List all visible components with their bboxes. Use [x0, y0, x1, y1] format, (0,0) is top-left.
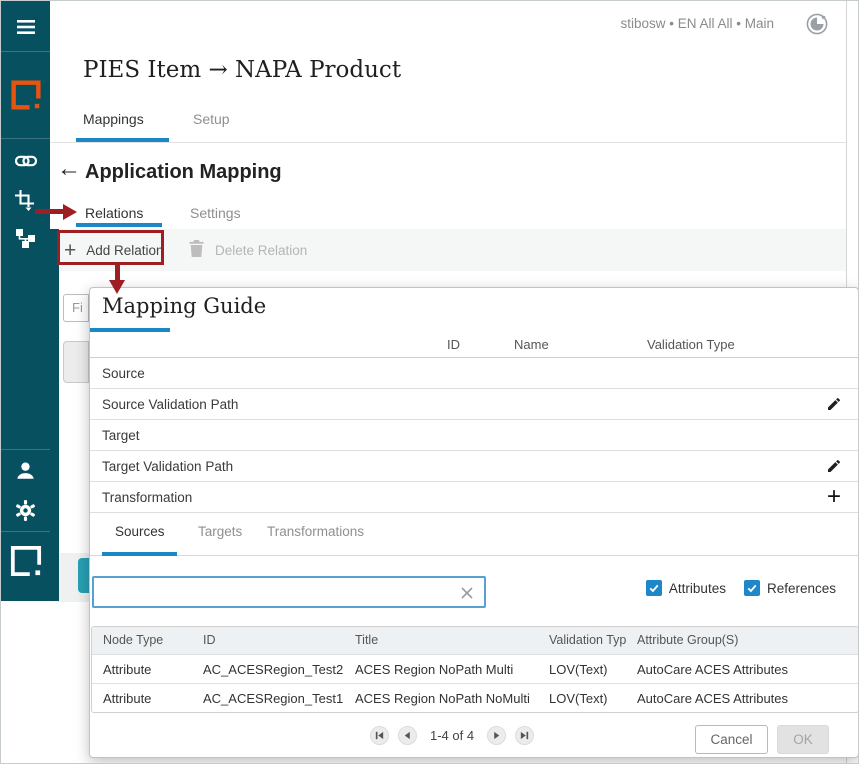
annotation-arrow-dialog	[115, 264, 120, 281]
mapping-guide-dialog: Mapping Guide ID Name Validation Type So…	[89, 287, 858, 758]
page-title: PIES Item → NAPA Product	[83, 57, 402, 83]
application-window: stibosw • EN All All • Main PIES Item → …	[0, 0, 859, 764]
last-page-icon[interactable]	[515, 726, 535, 745]
checkbox-checked-icon	[743, 580, 760, 596]
section-heading: Application Mapping	[85, 161, 282, 183]
next-page-icon[interactable]	[487, 726, 507, 745]
previous-page-icon[interactable]	[398, 726, 417, 745]
relations-toolbar: + Add Relation Delete Relation	[50, 229, 846, 271]
stibo-step-logo-white[interactable]	[1, 543, 50, 579]
sidebar-edge-strip	[50, 229, 59, 601]
table-row[interactable]: Attribute AC_ACESRegion_Test2 ACES Regio…	[92, 654, 858, 683]
checkbox-checked-icon	[645, 580, 662, 596]
mapping-row-target[interactable]: Target	[90, 420, 858, 451]
annotation-arrow-relations	[35, 209, 65, 214]
hidden-teal-button-partial[interactable]	[78, 558, 89, 593]
link-icon[interactable]	[1, 149, 50, 173]
user-context-label: stibosw • EN All All • Main	[620, 16, 774, 31]
menu-icon[interactable]	[1, 14, 50, 40]
filter-checkboxes: Attributes References	[645, 580, 836, 596]
mapping-row-target-validation-path[interactable]: Target Validation Path	[90, 451, 858, 482]
column-name: Name	[514, 337, 549, 352]
cancel-button[interactable]: Cancel	[695, 725, 768, 754]
annotation-arrowhead-down	[109, 280, 125, 294]
column-validation-type: Validation Type	[647, 337, 735, 352]
references-checkbox[interactable]: References	[743, 580, 836, 596]
tab-sources[interactable]: Sources	[115, 524, 165, 539]
annotation-box-add-relation	[57, 230, 164, 265]
first-page-icon[interactable]	[370, 726, 389, 745]
sidebar	[1, 1, 59, 601]
add-plus-icon[interactable]: +	[824, 485, 844, 509]
dialog-title: Mapping Guide	[102, 294, 267, 318]
tab-setup[interactable]: Setup	[193, 111, 230, 127]
annotation-arrowhead-right	[63, 204, 77, 220]
stibo-step-logo[interactable]	[1, 79, 50, 111]
user-icon[interactable]	[1, 457, 50, 483]
settings-gear-icon[interactable]	[1, 497, 50, 523]
column-id: ID	[447, 337, 460, 352]
back-arrow-icon[interactable]: ←	[57, 157, 81, 181]
tab-relations-active-indicator	[76, 223, 162, 227]
pagination-label: 1-4 of 4	[430, 728, 475, 743]
history-icon[interactable]	[805, 12, 829, 36]
dialog-tab-bar: Sources Targets Transformations	[90, 513, 858, 556]
mapping-row-source[interactable]: Source	[90, 358, 858, 389]
results-table: Node Type ID Title Validation Type Attri…	[91, 626, 858, 713]
hidden-button-partial[interactable]	[63, 341, 89, 383]
tab-sources-active-indicator	[102, 552, 177, 556]
attributes-checkbox[interactable]: Attributes	[645, 580, 726, 596]
tab-targets[interactable]: Targets	[198, 524, 242, 539]
mapping-row-transformation[interactable]: Transformation +	[90, 482, 858, 513]
mapping-row-source-validation-path[interactable]: Source Validation Path	[90, 389, 858, 420]
delete-relation-label: Delete Relation	[215, 242, 308, 258]
tab-mappings[interactable]: Mappings	[83, 111, 144, 127]
tab-transformations[interactable]: Transformations	[267, 524, 364, 539]
pagination: 1-4 of 4	[370, 726, 535, 745]
delete-relation-button[interactable]: Delete Relation	[188, 229, 307, 271]
mapping-table-header: ID Name Validation Type	[90, 332, 858, 358]
trash-icon	[188, 239, 205, 261]
edit-pencil-icon[interactable]	[824, 456, 844, 476]
edit-pencil-icon[interactable]	[824, 394, 844, 414]
clear-search-icon[interactable]	[459, 585, 475, 601]
results-table-header: Node Type ID Title Validation Type Attri…	[92, 627, 858, 654]
search-input[interactable]	[92, 576, 486, 608]
filter-input-partial[interactable]: Fi	[63, 294, 89, 322]
tab-settings[interactable]: Settings	[190, 205, 241, 221]
divider	[50, 142, 846, 143]
table-row[interactable]: Attribute AC_ACESRegion_Test1 ACES Regio…	[92, 683, 858, 712]
ok-button[interactable]: OK	[777, 725, 829, 754]
tab-relations[interactable]: Relations	[85, 205, 143, 221]
hierarchy-icon[interactable]	[1, 225, 50, 251]
